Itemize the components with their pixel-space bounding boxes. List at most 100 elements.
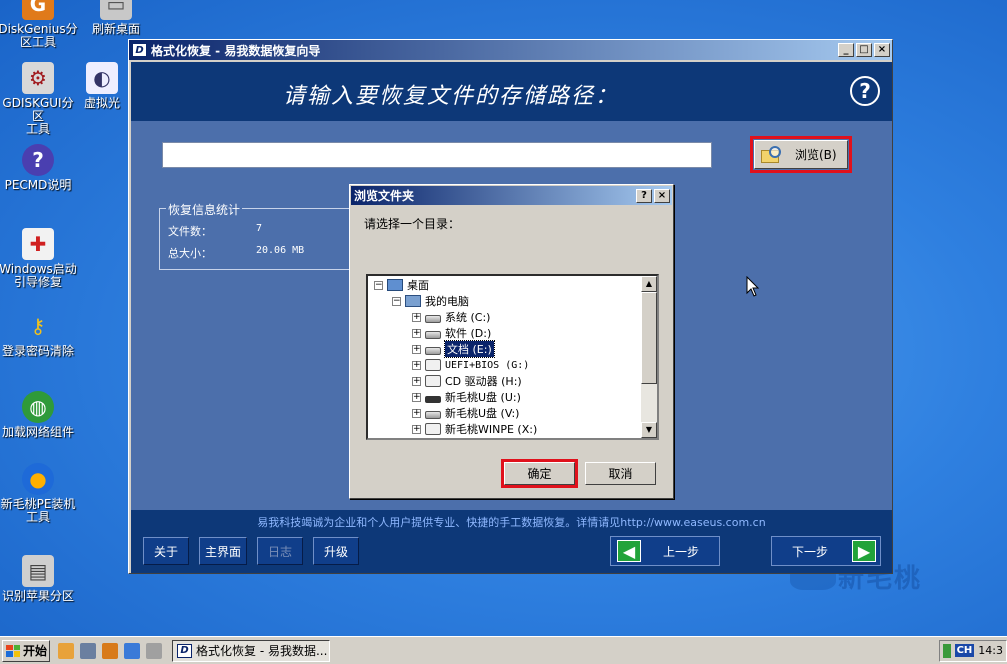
tree-item-my-computer[interactable]: − 我的电脑 [392,293,469,309]
mouse-cursor-icon [746,276,760,297]
collapse-icon[interactable]: − [392,296,401,306]
total-size-label: 总大小： [168,247,212,260]
tree-scrollbar[interactable]: ▲ ▼ [641,276,657,438]
next-label: 下一步 [792,544,829,559]
home-button[interactable]: 主界面 [199,537,247,565]
refresh-desktop-icon: ▭ [100,0,132,20]
diskgenius-icon: G [22,0,54,20]
main-window-titlebar[interactable]: D 格式化恢复 - 易我数据恢复向导 _ □ × [129,40,892,60]
apple-partition-icon: ▤ [22,555,54,587]
desktop-icon-pecmd[interactable]: ? PECMD说明 [0,144,78,192]
dialog-close-button[interactable]: × [654,188,670,203]
gdisk-icon: ⚙ [22,62,54,94]
quicklaunch-eraser-icon[interactable] [146,642,162,659]
usb-drive-icon [425,396,441,403]
hard-drive-icon [425,315,441,323]
desktop-icon-apple-partition[interactable]: ▤ 识别苹果分区 [0,555,78,603]
cd-drive-icon [425,375,441,387]
recovery-stats-group: 恢复信息统计 文件数： 7 总大小： 20.06 MB [159,201,359,270]
path-input[interactable] [162,142,712,168]
folder-tree[interactable]: − 桌面 − 我的电脑 + 系统 (C:) + 软件 (D:) + 文档 (E:… [366,274,659,440]
app-icon: D [132,43,147,57]
dialog-help-button[interactable]: ? [636,188,652,203]
expand-icon[interactable]: + [412,392,421,402]
desktop-icon-gdiskgui[interactable]: ⚙ GDISKGUI分区 工具 [0,62,78,136]
desktop-icon [387,279,403,291]
expand-icon[interactable]: + [412,328,421,338]
cd-drive-icon [425,359,441,371]
about-button[interactable]: 关于 [143,537,189,565]
desktop-icon-virtual-cd[interactable]: ◐ 虚拟光 [76,62,128,110]
log-button[interactable]: 日志 [257,537,303,565]
computer-icon [405,295,421,307]
expand-icon[interactable]: + [412,312,421,322]
collapse-icon[interactable]: − [374,280,383,290]
windows-logo-icon [6,644,20,657]
tree-item-drive-h[interactable]: + CD 驱动器 (H:) [412,373,522,389]
close-button[interactable]: × [874,43,890,57]
expand-icon[interactable]: + [412,376,421,386]
tree-item-drive-c[interactable]: + 系统 (C:) [412,309,490,325]
expand-icon[interactable]: + [412,344,421,354]
peach-icon: ● [22,463,54,495]
quick-launch [58,642,162,659]
tray-network-icon[interactable] [943,643,951,658]
dialog-titlebar[interactable]: 浏览文件夹 ? × [351,186,672,205]
app-icon: D [177,643,192,658]
expand-icon[interactable]: + [412,424,421,434]
desktop-icon-boot-repair[interactable]: ✚ Windows启动 引导修复 [0,228,78,289]
scroll-up-icon[interactable]: ▲ [641,276,657,292]
minimize-button[interactable]: _ [838,43,854,57]
dialog-prompt: 请选择一个目录： [364,217,461,231]
quicklaunch-tool-icon[interactable] [80,642,96,659]
network-icon: ◍ [22,391,54,423]
tree-item-drive-v[interactable]: + 新毛桃U盘 (V:) [412,405,519,421]
hard-drive-icon [425,331,441,339]
expand-icon[interactable]: + [412,408,421,418]
desktop-icon-password[interactable]: ⚷ 登录密码清除 [0,310,78,358]
quicklaunch-screen-icon[interactable] [124,642,140,659]
input-language-indicator[interactable]: CH [954,644,975,657]
cancel-button[interactable]: 取消 [585,462,656,485]
desktop-icon-pe-install[interactable]: ● 新毛桃PE装机 工具 [0,463,78,524]
tree-item-drive-x[interactable]: + 新毛桃WINPE (X:) [412,421,537,437]
page-title: 请输入要恢复文件的存储路径： [282,84,619,109]
quicklaunch-disk-icon[interactable] [102,642,118,659]
next-button[interactable]: 下一步 ▶ [771,536,881,566]
expand-icon[interactable]: + [412,360,421,370]
scroll-down-icon[interactable]: ▼ [641,422,657,438]
maximize-button[interactable]: □ [856,43,872,57]
tree-item-drive-g[interactable]: + UEFI+BIOS (G:) [412,357,529,373]
prev-button[interactable]: ◀ 上一步 [610,536,720,566]
arrow-left-icon: ◀ [617,540,641,562]
start-button[interactable]: 开始 [2,639,50,662]
ok-button[interactable]: 确定 [504,462,575,485]
cd-drive-icon [425,423,441,435]
clock[interactable]: 14:3 [978,644,1003,657]
key-icon: ⚷ [30,313,46,338]
browse-button[interactable]: 浏览(B) [754,140,848,169]
total-size-value: 20.06 MB [256,245,305,256]
help-icon: ? [22,144,54,176]
tree-item-drive-u[interactable]: + 新毛桃U盘 (U:) [412,389,521,405]
boot-repair-icon: ✚ [22,228,54,260]
tree-item-drive-d[interactable]: + 软件 (D:) [412,325,491,341]
desktop-icon-network[interactable]: ◍ 加载网络组件 [0,391,78,439]
usb-drive-icon [425,411,441,419]
browse-folder-icon [761,145,783,164]
scroll-thumb[interactable] [641,292,657,384]
virtual-cd-icon: ◐ [86,62,118,94]
desktop-icon-refresh[interactable]: ▭ 刷新桌面 [76,0,156,36]
browse-label: 浏览(B) [795,148,837,162]
tree-item-desktop[interactable]: − 桌面 [374,277,429,293]
quicklaunch-app-icon[interactable] [58,642,74,659]
taskbar-item-recovery[interactable]: D 格式化恢复 - 易我数据... [172,639,330,662]
upgrade-button[interactable]: 升级 [313,537,359,565]
arrow-right-icon: ▶ [852,540,877,562]
help-icon[interactable]: ? [850,76,880,106]
stats-legend: 恢复信息统计 [166,201,243,218]
tree-item-drive-e[interactable]: + 文档 (E:) [412,340,495,358]
desktop-icon-diskgenius[interactable]: G DiskGenius分 区工具 [0,0,78,49]
system-tray: CH 14:3 [939,639,1007,662]
main-window-title: 格式化恢复 - 易我数据恢复向导 [151,43,321,58]
